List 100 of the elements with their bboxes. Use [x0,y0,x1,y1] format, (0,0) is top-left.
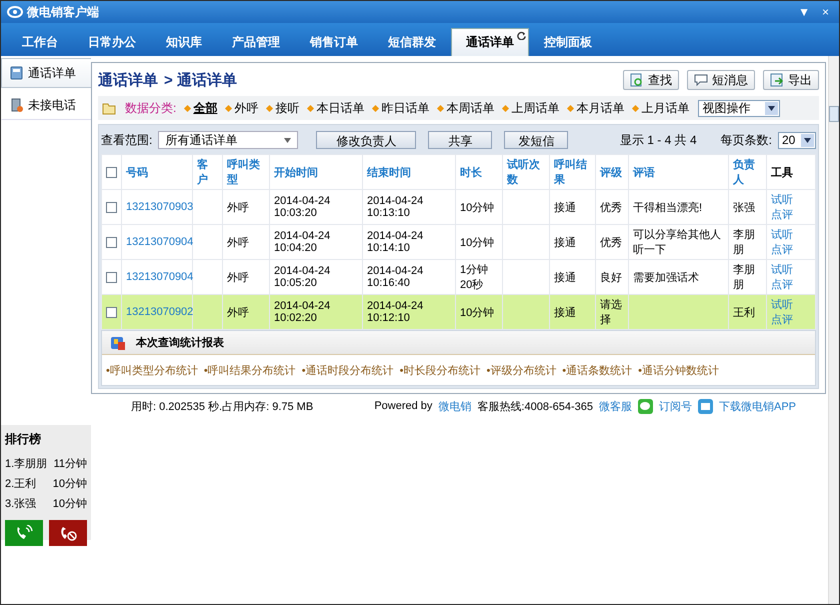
table-cell: 需要加强话术 [633,272,699,284]
nav-tab[interactable]: 销售订单 [295,28,373,56]
nav-tab[interactable]: 通话详单 [451,28,529,56]
filter-option[interactable]: 上周话单 [511,100,560,116]
performance-stats: 用时: 0.202535 秒.占用内存: 9.75 MB [131,400,314,414]
tool-link[interactable]: 点评 [771,207,793,222]
table-cell: 10分钟 [460,236,494,248]
tool-link[interactable]: 试听 [771,262,793,277]
table-cell: 接通 [554,236,576,248]
report-link[interactable]: •评级分布统计 [486,362,556,378]
report-link[interactable]: •呼叫类型分布统计 [106,362,198,378]
table-cell: 2014-04-24 10:12:10 [367,300,424,324]
table-cell: 接通 [554,272,576,284]
nav-tab[interactable]: 控制面板 [529,28,607,56]
column-header: 呼叫类型 [227,159,260,186]
table-cell: 接通 [554,202,576,214]
filter-option[interactable]: 外呼 [234,100,258,116]
column-header: 评语 [633,166,655,178]
action-button[interactable]: 修改负责人 [316,131,416,149]
paging-info: 显示 1 - 4 共 4 [620,132,697,148]
table-row[interactable]: 13213070902 外呼 2014-04-24 10:02:20 2014-04-24 10:12:10 10分钟 接通 请选择 王利 试听 点评 [102,294,816,330]
window-title: 微电销客户端 [27,4,99,20]
nav-tab[interactable]: 知识库 [151,28,217,56]
toolbar-button[interactable]: 查找 [623,70,679,90]
tool-link[interactable]: 点评 [771,242,793,257]
page-size-select[interactable]: 20 [778,132,816,148]
table-cell: 2014-04-24 10:14:10 [367,230,424,254]
column-header: 客户 [197,159,208,186]
table-cell: 张强 [733,202,755,214]
brand-link[interactable]: 微电销 [438,398,472,414]
page-size-label: 每页条数: [720,132,772,148]
filter-option[interactable]: 接听 [275,100,300,116]
table-cell: 李朋朋 [733,229,755,256]
filter-option[interactable]: 上月话单 [641,100,690,116]
table-cell: 请选择 [600,299,622,326]
footer-link[interactable]: 微客服 [598,398,632,414]
filter-label: 数据分类: [125,100,176,116]
table-cell: 李朋朋 [733,264,755,291]
ranking-minutes: 10分钟 [52,497,87,512]
table-row[interactable]: 13213070903 外呼 2014-04-24 10:03:20 2014-04-24 10:13:10 10分钟 接通 优秀 干得相当漂亮! 张强 试听 点评 [102,190,816,224]
table-cell: 接通 [554,306,576,318]
table-cell: 外呼 [227,202,249,214]
report-link[interactable]: •呼叫结果分布统计 [204,362,296,378]
ranking-name: 1.李朋朋 [5,457,48,472]
nav-tab[interactable]: 工作台 [7,28,73,56]
hotline-text: 客服热线:4008-654-365 [477,400,593,414]
report-title: 本次查询统计报表 [136,336,224,350]
action-button[interactable]: 发短信 [504,131,568,149]
table-cell: 1分钟20秒 [460,264,488,291]
tool-link[interactable]: 试听 [771,192,793,207]
report-link[interactable]: •通话条数统计 [562,362,632,378]
filter-option[interactable]: 本日话单 [316,100,364,116]
leaderboard-title: 排行榜 [5,431,42,448]
table-cell: 10分钟 [460,306,494,318]
filter-option[interactable]: 本月话单 [576,100,624,116]
table-cell: 王利 [733,306,755,318]
table-cell: 2014-04-24 10:03:20 [274,195,330,219]
table-cell: 10分钟 [460,202,494,214]
view-select[interactable]: 视图操作 [698,100,780,116]
column-header: 呼叫结果 [554,159,587,186]
window-control[interactable]: ▼ [794,5,814,19]
tool-link[interactable]: 试听 [771,227,793,242]
column-header: 负责人 [733,159,755,186]
tool-link[interactable]: 点评 [771,277,793,292]
nav-tab[interactable]: 产品管理 [217,28,295,56]
breadcrumb-current: > 通话详单 [164,70,237,90]
tool-link[interactable]: 试听 [771,297,793,312]
table-cell: 优秀 [600,236,622,248]
nav-tab[interactable]: 日常办公 [73,28,151,56]
table-cell: 2014-04-24 10:02:20 [274,300,330,324]
table-cell: 2014-04-24 10:13:10 [367,195,424,219]
tool-link[interactable]: 点评 [771,312,793,327]
filter-option[interactable]: 全部 [193,100,218,116]
sidebar-item[interactable]: 通话详单 [1,58,91,88]
report-link[interactable]: •时长段分布统计 [400,362,480,378]
ranking-minutes: 10分钟 [52,477,87,492]
column-header: 工具 [771,166,793,178]
nav-tab[interactable]: 短信群发 [373,28,451,56]
sidebar-label: 通话详单 [28,64,76,82]
filter-option[interactable]: 昨日话单 [381,100,430,116]
filter-option[interactable]: 本周话单 [446,100,494,116]
toolbar-button[interactable]: 导出 [763,70,819,90]
toolbar-button[interactable]: 短消息 [687,70,755,90]
scope-select[interactable]: 所有通话详单 [158,131,298,149]
column-header: 开始时间 [274,166,318,178]
report-link[interactable]: •通话时段分布统计 [302,362,394,378]
ranking-name: 3.张强 [5,497,36,512]
footer-link[interactable]: 下载微电销APP [718,398,796,414]
report-link[interactable]: •通话分钟数统计 [638,362,720,378]
column-header: 结束时间 [367,166,411,178]
breadcrumb-link[interactable]: 通话详单 [98,70,158,90]
window-control[interactable]: × [818,5,833,19]
column-header: 试听次数 [507,159,540,186]
column-header: 号码 [126,166,148,178]
table-cell: 干得相当漂亮! [633,202,702,214]
action-button[interactable]: 共享 [428,131,492,149]
footer-link[interactable]: 订阅号 [658,398,692,414]
table-cell: 外呼 [227,272,249,284]
table-cell: 良好 [600,272,622,284]
column-header: 时长 [460,166,482,178]
